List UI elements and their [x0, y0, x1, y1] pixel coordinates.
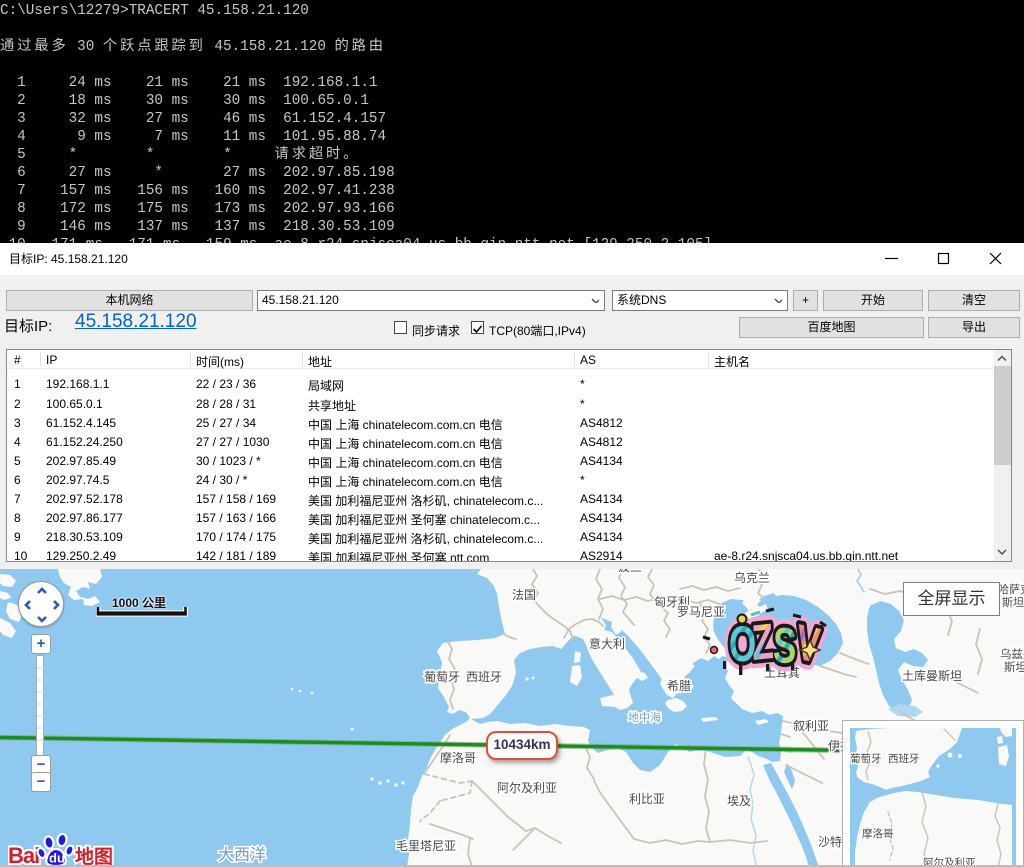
- svg-text:斯坦: 斯坦: [1002, 595, 1024, 609]
- svg-text:葡萄牙: 葡萄牙: [850, 752, 882, 765]
- svg-text:乌兹别: 乌兹别: [1000, 647, 1024, 661]
- svg-text:哈萨克: 哈萨克: [998, 583, 1024, 596]
- svg-text:毛里塔尼亚: 毛里塔尼亚: [396, 839, 456, 853]
- svg-text:罗马尼亚: 罗马尼亚: [677, 605, 725, 619]
- svg-text:西班牙: 西班牙: [888, 753, 920, 765]
- svg-text:西班牙: 西班牙: [466, 670, 502, 684]
- svg-text:埃及: 埃及: [727, 794, 751, 808]
- svg-text:土库曼斯坦: 土库曼斯坦: [902, 668, 962, 683]
- svg-text:斯坦: 斯坦: [1004, 660, 1024, 674]
- svg-text:叙利亚: 叙利亚: [793, 719, 829, 733]
- svg-text:Bai: Bai: [8, 843, 39, 867]
- svg-text:利比亚: 利比亚: [629, 792, 665, 806]
- svg-text:大西洋: 大西洋: [218, 846, 266, 864]
- svg-text:希腊: 希腊: [667, 678, 691, 693]
- svg-text:葡萄牙: 葡萄牙: [424, 670, 460, 684]
- svg-text:摩洛哥: 摩洛哥: [440, 750, 476, 765]
- svg-text:摩洛哥: 摩洛哥: [862, 827, 894, 840]
- svg-text:地中海: 地中海: [628, 710, 661, 724]
- svg-text:乌克兰: 乌克兰: [734, 570, 770, 585]
- svg-text:地图: 地图: [75, 842, 113, 867]
- svg-text:波兰: 波兰: [618, 569, 642, 574]
- svg-text:法国: 法国: [512, 588, 536, 602]
- svg-text:du: du: [49, 851, 65, 866]
- svg-text:阿尔及利亚: 阿尔及利亚: [497, 780, 557, 795]
- svg-text:意大利: 意大利: [589, 636, 625, 651]
